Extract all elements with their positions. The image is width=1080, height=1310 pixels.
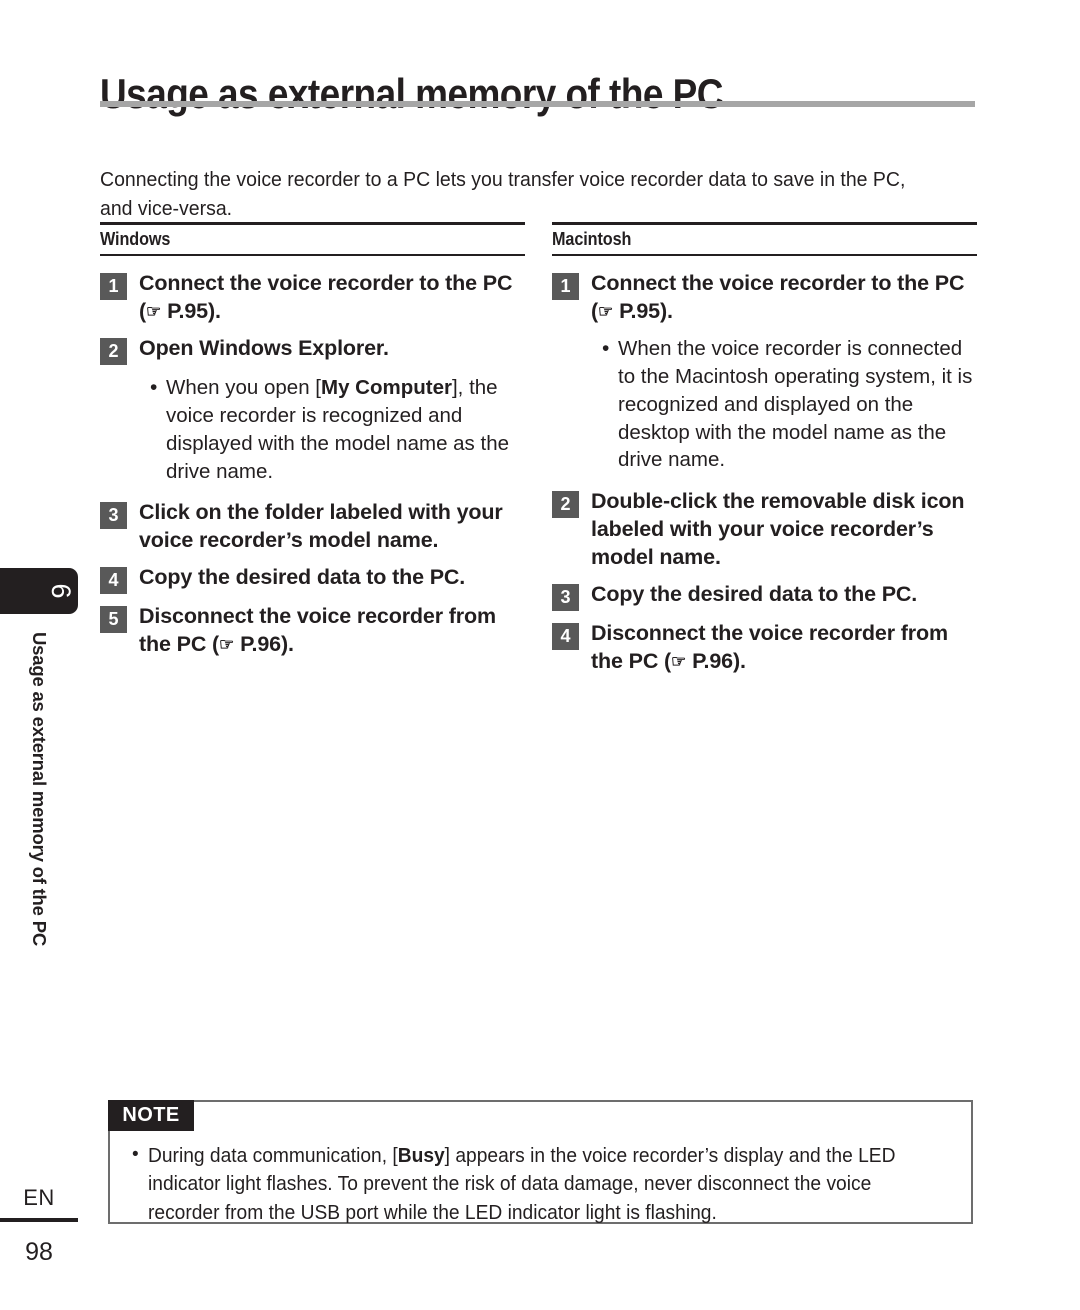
step-page-reference: P.96 (234, 632, 281, 657)
bullet-text-part1: When you open [ (166, 375, 321, 399)
bullet-item: • When you open [My Computer], the voice… (150, 374, 525, 486)
step-text-after: ). (207, 298, 221, 323)
pointing-hand-icon: ☞ (671, 652, 687, 671)
step-item: 3 Copy the desired data to the PC. (552, 581, 977, 612)
step-number-badge: 4 (100, 567, 127, 595)
column-heading-macintosh: Macintosh (552, 229, 632, 249)
note-label: NOTE (108, 1100, 194, 1131)
bullet-text-bold: My Computer (321, 375, 452, 399)
step-text: Open Windows Explorer. (139, 335, 389, 360)
bullet-text: When the voice recorder is connected to … (618, 336, 973, 472)
windows-column: Windows 1 Connect the voice recorder to … (100, 222, 525, 668)
step-text: Disconnect the voice recorder from the P… (591, 620, 977, 676)
step-item: 3 Click on the folder labeled with your … (100, 499, 525, 555)
chapter-running-title: Usage as external memory of the PC (0, 632, 78, 992)
page-number: 98 (25, 1238, 53, 1266)
pointing-hand-icon: ☞ (219, 635, 235, 655)
step-text-after: ). (659, 298, 673, 323)
step-page-reference: P.96 (686, 649, 733, 673)
step-page-reference: P.95 (161, 298, 208, 323)
step-number-badge: 3 (552, 584, 579, 612)
chapter-tab: 6 (0, 568, 78, 614)
step-text: Connect the voice recorder to the PC (☞ … (591, 270, 977, 326)
page-title: Usage as external memory of the PC (100, 70, 723, 118)
bullet-item: • When the voice recorder is connected t… (602, 335, 977, 474)
note-body: • During data communication, [Busy] appe… (132, 1142, 952, 1227)
bullet-marker: • (602, 336, 610, 360)
note-text-bold: Busy (397, 1145, 445, 1167)
chapter-running-title-text: Usage as external memory of the PC (29, 632, 50, 946)
step-page-reference: P.95 (613, 298, 660, 323)
pointing-hand-icon: ☞ (598, 301, 614, 321)
column-heading-windows: Windows (100, 229, 171, 249)
step-item: 5 Disconnect the voice recorder from the… (100, 603, 525, 659)
bullet-marker: • (150, 375, 158, 399)
step-item: 1 Connect the voice recorder to the PC (… (552, 270, 977, 326)
column-rule-bottom (552, 254, 977, 256)
step-item: 2 Open Windows Explorer. (100, 335, 525, 365)
step-item: 1 Connect the voice recorder to the PC (… (100, 270, 525, 326)
step-item: 4 Disconnect the voice recorder from the… (552, 620, 977, 676)
macintosh-column: Macintosh 1 Connect the voice recorder t… (552, 222, 977, 685)
step-text: Disconnect the voice recorder from the P… (139, 603, 525, 659)
note-text-part1: During data communication, [ (148, 1145, 398, 1167)
step-text-before: Disconnect the voice recorder from the P… (591, 621, 948, 673)
title-underline-bar (100, 101, 975, 107)
intro-paragraph: Connecting the voice recorder to a PC le… (100, 167, 906, 220)
pointing-hand-icon: ☞ (146, 301, 162, 321)
footer-divider (0, 1218, 78, 1222)
step-number-badge: 4 (552, 623, 579, 651)
chapter-number: 6 (45, 583, 76, 599)
step-number-badge: 2 (552, 491, 579, 519)
page-content: Usage as external memory of the PC Conne… (100, 0, 980, 1310)
step-number-badge: 1 (100, 273, 127, 300)
column-rule-bottom (100, 254, 525, 256)
bullet-marker: • (132, 1144, 139, 1165)
step-text: Double-click the removable disk icon lab… (591, 489, 965, 570)
step-text-after: ). (732, 649, 746, 673)
language-code: EN (23, 1185, 55, 1210)
step-item: 2 Double-click the removable disk icon l… (552, 488, 977, 572)
step-number-badge: 1 (552, 273, 579, 300)
step-text: Click on the folder labeled with your vo… (139, 500, 503, 553)
step-text-before: Disconnect the voice recorder from the P… (139, 604, 496, 657)
step-number-badge: 3 (100, 502, 127, 530)
step-text: Copy the desired data to the PC. (139, 565, 466, 590)
step-text: Copy the desired data to the PC. (591, 582, 918, 607)
note-box: NOTE • During data communication, [Busy]… (108, 1100, 973, 1224)
bullet-text: When you open [My Computer], the voice r… (166, 374, 525, 486)
step-number-badge: 5 (100, 606, 127, 634)
note-text: During data communication, [Busy] appear… (148, 1142, 920, 1227)
step-text: Connect the voice recorder to the PC (☞ … (139, 270, 525, 326)
step-item: 4 Copy the desired data to the PC. (100, 564, 525, 595)
step-number-badge: 2 (100, 337, 127, 365)
step-text-after: ). (280, 632, 294, 657)
